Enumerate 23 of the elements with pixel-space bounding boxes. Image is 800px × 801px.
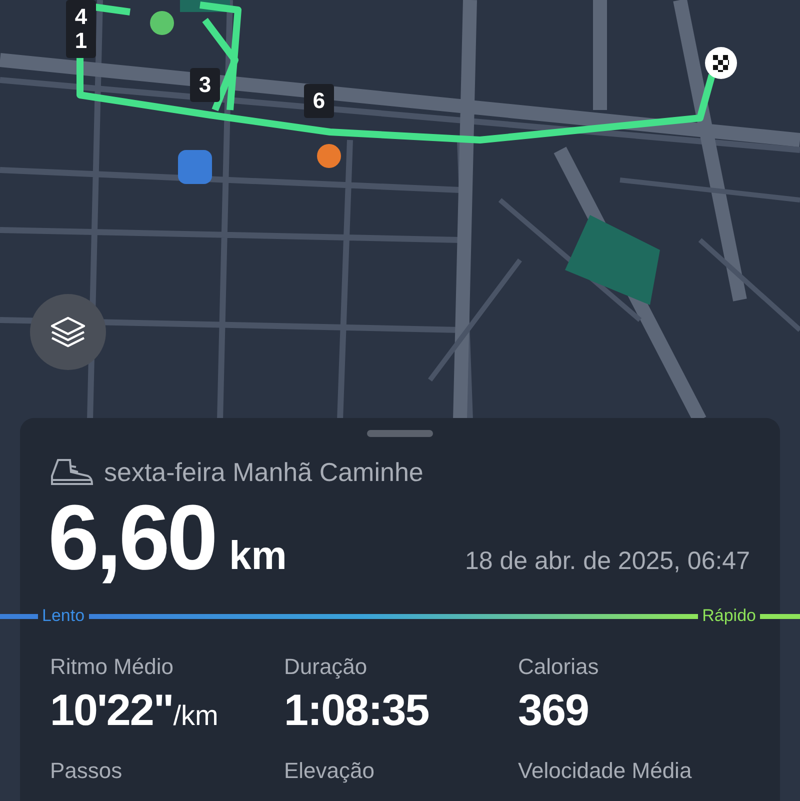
stat-label: Velocidade Média: [518, 758, 693, 784]
fast-label: Rápido: [702, 606, 756, 626]
distance-value: 6,60: [48, 492, 216, 584]
drag-handle[interactable]: [367, 430, 433, 437]
finish-flag-icon: [704, 46, 738, 80]
stat-label: Elevação: [284, 758, 376, 784]
activity-date: 18 de abr. de 2025, 06:47: [465, 547, 750, 576]
stat-label: Duração: [284, 654, 368, 680]
stat-unit: /km: [173, 700, 218, 732]
km-marker: 3: [190, 68, 220, 102]
distance-unit: km: [229, 534, 287, 579]
slow-label: Lento: [42, 606, 85, 626]
stat-label: Passos: [50, 758, 124, 784]
stat-value: 1:08:35: [284, 686, 429, 736]
activity-title: sexta-feira Manhã Caminhe: [104, 457, 424, 488]
stat-label: Calorias: [518, 654, 600, 680]
km-marker: 6: [304, 84, 334, 118]
pace-bar-end: [760, 614, 800, 618]
pace-bar-start: [0, 614, 38, 618]
stat-value: 369: [518, 686, 588, 736]
stat-value: 10'22": [50, 686, 174, 736]
stat-label: Ritmo Médio: [50, 654, 174, 680]
shoe-icon: [50, 458, 94, 488]
